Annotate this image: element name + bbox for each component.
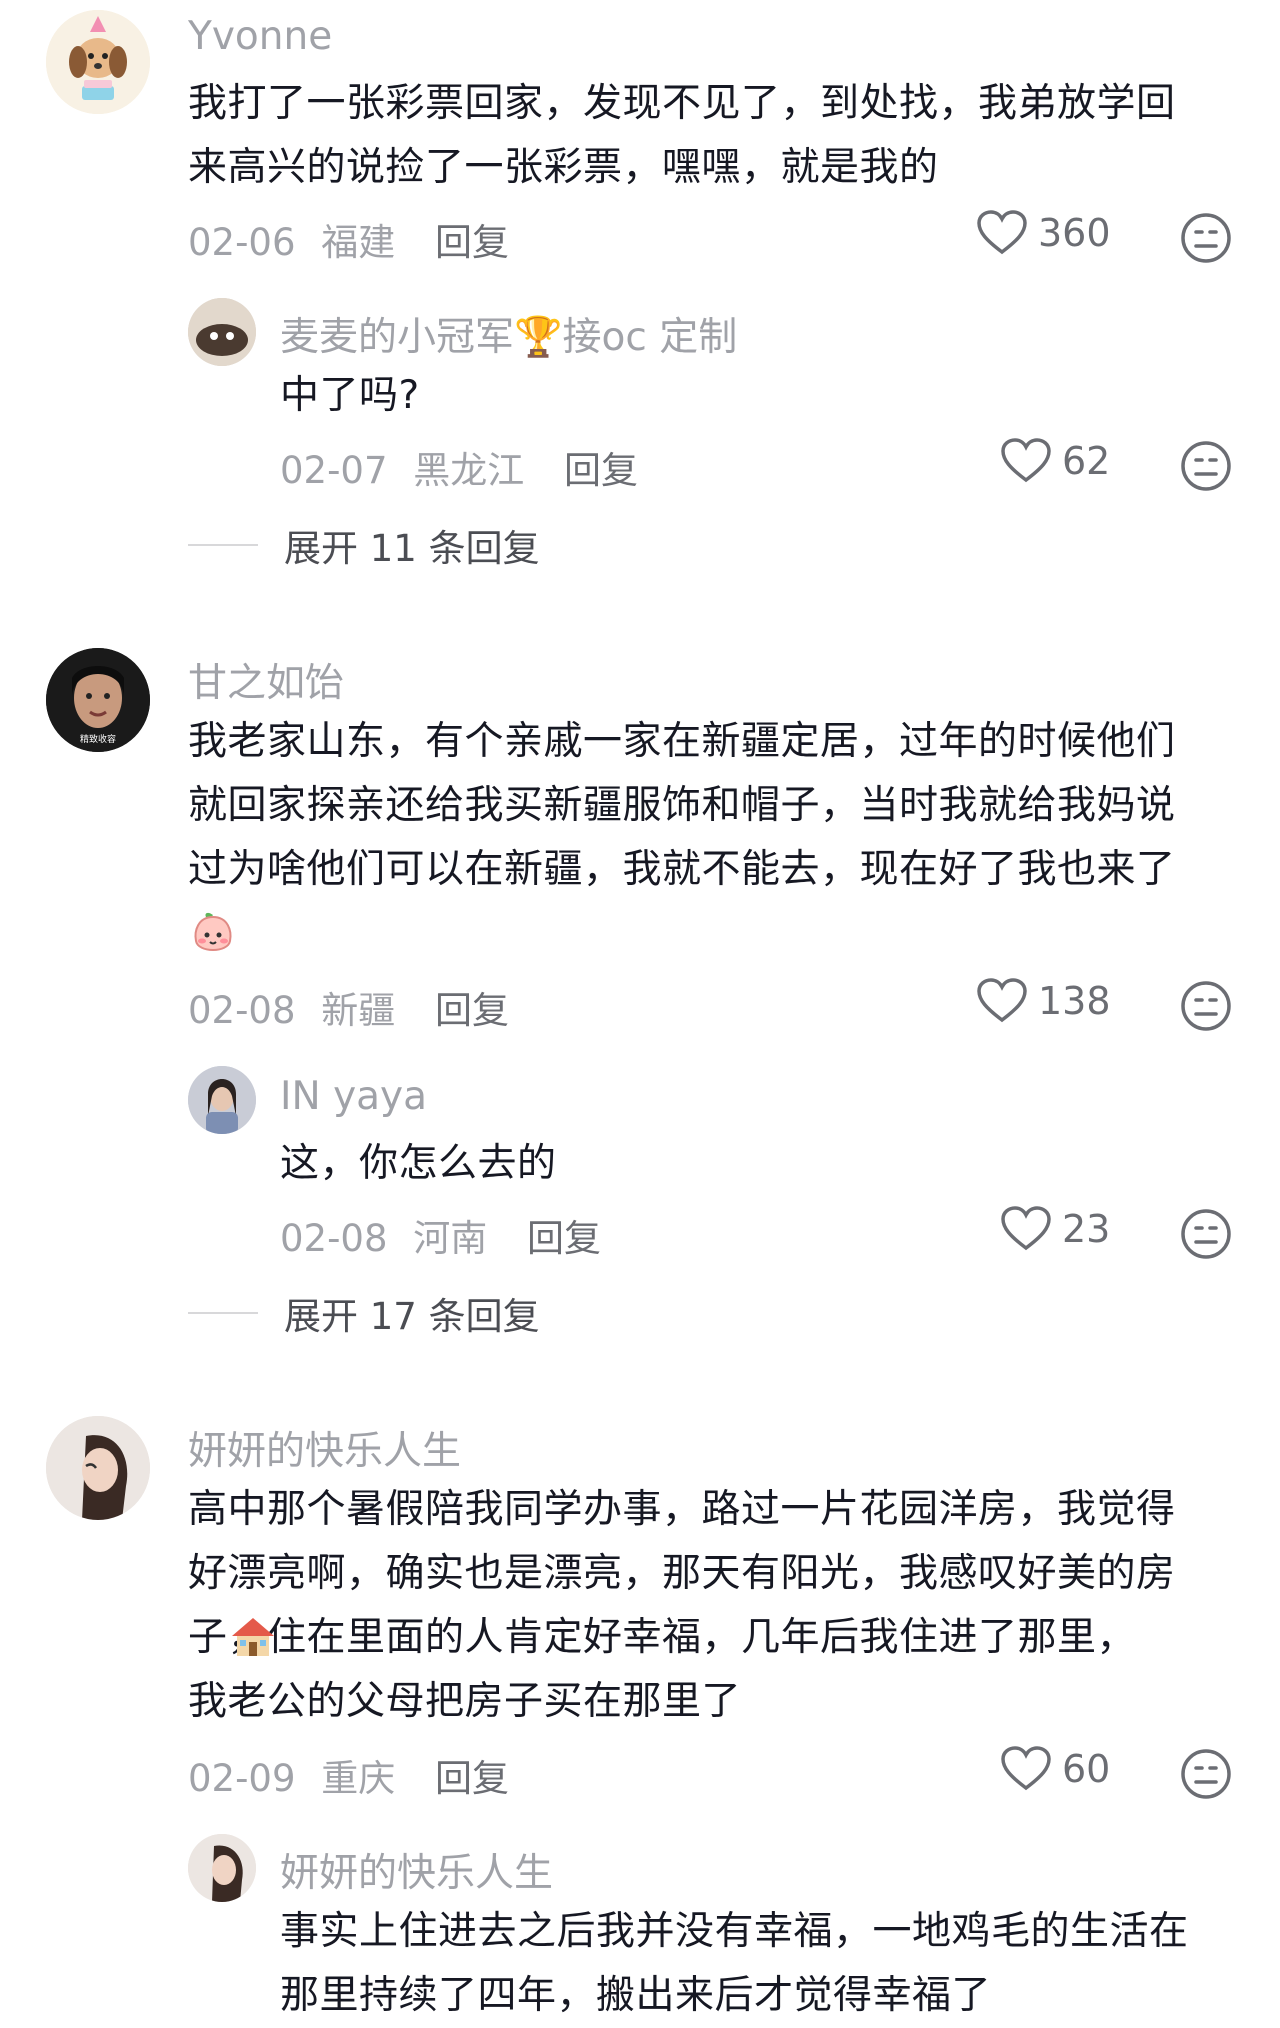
comment-text-line: 高中那个暑假陪我同学办事，路过一片花园洋房，我觉得 bbox=[188, 1487, 1176, 1532]
sticker-face-icon[interactable] bbox=[1180, 1748, 1232, 1800]
expand-replies-button[interactable]: 展开 11 条回复 bbox=[188, 518, 540, 572]
like-button[interactable]: 62 bbox=[1000, 438, 1110, 484]
heart-outline-icon bbox=[1001, 438, 1051, 483]
divider-line bbox=[188, 1312, 258, 1314]
comment-text: 我老家山东，有个亲戚一家在新疆定居，过年的时候他们 就回家探亲还给我买新疆服饰和… bbox=[188, 710, 1176, 966]
house-icon bbox=[232, 1618, 274, 1656]
reply-text: 中了吗? bbox=[280, 373, 420, 418]
like-count: 62 bbox=[1062, 439, 1111, 483]
comment-text: 我打了一张彩票回家，发现不见了，到处找，我弟放学回 来高兴的说捡了一张彩票，嘿嘿… bbox=[188, 72, 1176, 200]
comment-text-line: 我老公的父母把房子买在那里了 bbox=[188, 1679, 742, 1724]
avatar[interactable] bbox=[188, 1834, 256, 1902]
heart-outline-icon bbox=[1001, 1206, 1051, 1251]
sticker-face-icon[interactable] bbox=[1180, 980, 1232, 1032]
reply-date: 02-08 bbox=[280, 1217, 388, 1260]
comment-author-name[interactable]: 甘之如饴 bbox=[188, 652, 344, 708]
portrait-avatar-image bbox=[188, 1834, 256, 1902]
comment-text-line: 来高兴的说捡了一张彩票，嘿嘿，就是我的 bbox=[188, 145, 939, 190]
comment-date: 02-06 bbox=[188, 221, 296, 264]
comment-location: 重庆 bbox=[321, 1757, 396, 1800]
reply-button[interactable]: 回复 bbox=[564, 449, 638, 492]
reply-meta: 02-08 河南 回复 bbox=[280, 1208, 601, 1262]
comment-meta: 02-08 新疆 回复 bbox=[188, 980, 509, 1034]
peach-face-icon bbox=[194, 912, 232, 951]
comment-text-line: 就回家探亲还给我买新疆服饰和帽子，当时我就给我妈说 bbox=[188, 783, 1176, 828]
reply-location: 河南 bbox=[413, 1217, 488, 1260]
heart-outline-icon bbox=[977, 978, 1027, 1023]
comment-author-name[interactable]: Yvonne bbox=[188, 14, 332, 59]
heart-outline-icon bbox=[977, 210, 1027, 255]
avatar[interactable] bbox=[46, 1416, 150, 1520]
like-count: 360 bbox=[1038, 211, 1111, 255]
reply-text-line: 事实上住进去之后我并没有幸福，一地鸡毛的生活在 bbox=[280, 1909, 1189, 1954]
comment-text-line: 我打了一张彩票回家，发现不见了，到处找，我弟放学回 bbox=[188, 81, 1176, 126]
like-count: 60 bbox=[1062, 1747, 1111, 1791]
comment-text-line: 我老家山东，有个亲戚一家在新疆定居，过年的时候他们 bbox=[188, 719, 1176, 764]
reply-button[interactable]: 回复 bbox=[435, 989, 509, 1032]
avatar-caption: 精致收容 bbox=[80, 733, 116, 745]
like-button[interactable]: 360 bbox=[976, 210, 1111, 256]
avatar[interactable] bbox=[46, 10, 150, 114]
like-button[interactable]: 60 bbox=[1000, 1746, 1110, 1792]
comment-author-name[interactable]: 妍妍的快乐人生 bbox=[188, 1420, 461, 1476]
like-button[interactable]: 23 bbox=[1000, 1206, 1110, 1252]
comment-text-line: 过为啥他们可以在新疆，我就不能去，现在好了我也来了 bbox=[188, 847, 1176, 892]
comment-text-line: 子，住在里面的人肯定好幸福，几年后我住进了那里， bbox=[188, 1615, 1137, 1660]
comment-text: 高中那个暑假陪我同学办事，路过一片花园洋房，我觉得 好漂亮啊，确实也是漂亮，那天… bbox=[188, 1478, 1176, 1734]
reply-date: 02-07 bbox=[280, 449, 388, 492]
comment-meta: 02-06 福建 回复 bbox=[188, 212, 509, 266]
reply-button[interactable]: 回复 bbox=[527, 1217, 601, 1260]
portrait-avatar-image bbox=[46, 1416, 150, 1520]
peach-face-emoji bbox=[188, 902, 1176, 966]
comment-location: 新疆 bbox=[321, 989, 396, 1032]
comment-location: 福建 bbox=[321, 221, 396, 264]
pet-photo-avatar-image bbox=[188, 298, 256, 366]
reply-button[interactable]: 回复 bbox=[435, 221, 509, 264]
reply-author-name[interactable]: 妍妍的快乐人生 bbox=[280, 1842, 553, 1898]
comment-text-line-with-emoji: 子，住在里面的人肯定好幸福，几年后我住进了那里， bbox=[188, 1606, 1176, 1670]
reply-location: 黑龙江 bbox=[413, 449, 525, 492]
portrait-avatar-image: 精致收容 bbox=[46, 648, 150, 752]
expand-replies-label: 展开 17 条回复 bbox=[284, 1295, 540, 1338]
divider-line bbox=[188, 544, 258, 546]
avatar[interactable] bbox=[188, 1066, 256, 1134]
sticker-face-icon[interactable] bbox=[1180, 440, 1232, 492]
portrait-avatar-image bbox=[188, 1066, 256, 1134]
expand-replies-label: 展开 11 条回复 bbox=[284, 527, 540, 570]
expand-replies-button[interactable]: 展开 17 条回复 bbox=[188, 1286, 540, 1340]
comment-date: 02-08 bbox=[188, 989, 296, 1032]
avatar[interactable]: 精致收容 bbox=[46, 648, 150, 752]
avatar[interactable] bbox=[188, 298, 256, 366]
reply-meta: 02-07 黑龙江 回复 bbox=[280, 440, 638, 494]
like-button[interactable]: 138 bbox=[976, 978, 1111, 1024]
reply-text-line: 那里持续了四年，搬出来后才觉得幸福了 bbox=[280, 1973, 992, 2018]
comment-date: 02-09 bbox=[188, 1757, 296, 1800]
dog-cartoon-avatar-image bbox=[46, 10, 150, 114]
reply-button[interactable]: 回复 bbox=[435, 1757, 509, 1800]
like-count: 138 bbox=[1038, 979, 1111, 1023]
sticker-face-icon[interactable] bbox=[1180, 1208, 1232, 1260]
comment-meta: 02-09 重庆 回复 bbox=[188, 1748, 509, 1802]
reply-text: 这，你怎么去的 bbox=[280, 1141, 557, 1186]
comment-text-line: 好漂亮啊，确实也是漂亮，那天有阳光，我感叹好美的房 bbox=[188, 1551, 1176, 1596]
heart-outline-icon bbox=[1001, 1746, 1051, 1791]
like-count: 23 bbox=[1062, 1207, 1111, 1251]
sticker-face-icon[interactable] bbox=[1180, 212, 1232, 264]
reply-author-name[interactable]: 麦麦的小冠军🏆接oc 定制 bbox=[280, 306, 737, 362]
reply-author-name[interactable]: IN yaya bbox=[280, 1074, 427, 1119]
